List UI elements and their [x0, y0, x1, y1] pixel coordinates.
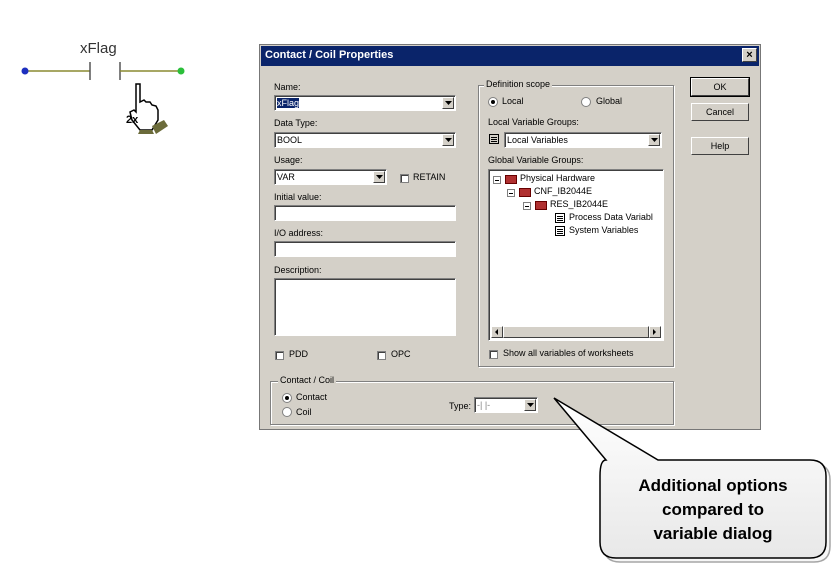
dialog-title: Contact / Coil Properties [265, 49, 394, 61]
chevron-down-icon [445, 101, 452, 105]
callout-line-3: variable dialog [653, 524, 773, 543]
retain-label: RETAIN [413, 172, 446, 182]
folder-icon [535, 201, 547, 210]
variable-group-icon [555, 226, 565, 236]
initial-value-label: Initial value: [274, 192, 322, 202]
data-type-label: Data Type: [274, 118, 318, 128]
local-groups-dropdown-button[interactable] [648, 134, 660, 146]
global-radio-label: Global [596, 96, 623, 106]
chevron-left-icon [495, 329, 498, 335]
contact-coil-properties-dialog: Contact / Coil Properties × Name: xFlag … [259, 44, 761, 430]
close-button[interactable]: × [742, 48, 757, 62]
ladder-contact-graphic[interactable]: xFlag 2x [0, 0, 210, 140]
folder-icon [519, 188, 531, 197]
usage-dropdown-button[interactable] [373, 171, 385, 183]
type-combobox[interactable]: -| |- [474, 397, 538, 413]
retain-checkbox[interactable] [400, 174, 409, 183]
global-groups-tree[interactable]: Physical Hardware CNF_IB2044E RES_IB2044… [488, 169, 664, 341]
variable-group-icon [555, 213, 565, 223]
opc-label: OPC [391, 349, 411, 359]
callout-line-1: Additional options [638, 476, 788, 495]
tree-expander[interactable] [523, 202, 531, 210]
local-radio-label: Local [502, 96, 524, 106]
name-value: xFlag [277, 98, 300, 108]
data-type-value: BOOL [277, 135, 303, 145]
tree-node-process-data[interactable]: Process Data Variabl [569, 212, 653, 222]
chevron-down-icon [527, 403, 534, 407]
variable-group-icon [489, 134, 499, 144]
double-click-badge: 2x [126, 114, 139, 126]
cancel-button[interactable]: Cancel [691, 103, 749, 121]
contact-radio[interactable] [282, 393, 292, 403]
usage-value: VAR [277, 172, 295, 182]
initial-value-input[interactable] [274, 205, 456, 221]
contact-coil-title: Contact / Coil [278, 375, 337, 385]
type-dropdown-button[interactable] [524, 399, 536, 411]
description-label: Description: [274, 265, 322, 275]
chevron-down-icon [445, 138, 452, 142]
chevron-down-icon [376, 175, 383, 179]
name-dropdown-button[interactable] [442, 97, 454, 109]
folder-icon [505, 175, 517, 184]
local-groups-value: Local Variables [507, 135, 568, 145]
scroll-thumb[interactable] [503, 326, 649, 338]
name-label: Name: [274, 82, 301, 92]
scroll-right-button[interactable] [649, 326, 661, 338]
local-radio[interactable] [488, 97, 498, 107]
io-address-label: I/O address: [274, 228, 324, 238]
contact-radio-label: Contact [296, 392, 328, 402]
tree-horizontal-scrollbar[interactable] [491, 326, 661, 338]
tree-node-system-variables[interactable]: System Variables [569, 225, 638, 235]
data-type-dropdown-button[interactable] [442, 134, 454, 146]
show-all-variables-checkbox[interactable] [489, 350, 498, 359]
usage-combobox[interactable]: VAR [274, 169, 387, 185]
hand-cursor-icon [129, 83, 168, 134]
global-radio[interactable] [581, 97, 591, 107]
tree-node-res[interactable]: RES_IB2044E [550, 199, 608, 209]
description-textarea[interactable] [274, 278, 456, 336]
tree-node-cnf[interactable]: CNF_IB2044E [534, 186, 592, 196]
pdd-label: PDD [289, 349, 309, 359]
usage-label: Usage: [274, 155, 303, 165]
chevron-down-icon [651, 138, 658, 142]
coil-radio-label: Coil [296, 407, 312, 417]
tree-node-physical-hardware[interactable]: Physical Hardware [520, 173, 595, 183]
type-value: -| |- [477, 400, 491, 410]
opc-checkbox[interactable] [377, 351, 386, 360]
callout-text: Additional options compared to variable … [600, 474, 826, 546]
chevron-right-icon [653, 329, 656, 335]
coil-radio[interactable] [282, 407, 292, 417]
global-groups-label: Global Variable Groups: [488, 155, 584, 165]
local-groups-label: Local Variable Groups: [488, 117, 579, 127]
data-type-combobox[interactable]: BOOL [274, 132, 456, 148]
help-button[interactable]: Help [691, 137, 749, 155]
tree-expander[interactable] [507, 189, 515, 197]
title-bar[interactable]: Contact / Coil Properties × [261, 46, 759, 66]
scroll-left-button[interactable] [491, 326, 503, 338]
name-combobox[interactable]: xFlag [274, 95, 456, 111]
io-address-input[interactable] [274, 241, 456, 257]
local-groups-combobox[interactable]: Local Variables [504, 132, 662, 148]
close-icon: × [746, 49, 753, 61]
tree-expander[interactable] [493, 176, 501, 184]
ok-button[interactable]: OK [690, 77, 750, 97]
type-label: Type: [449, 401, 472, 411]
pdd-checkbox[interactable] [275, 351, 284, 360]
callout-line-2: compared to [661, 500, 765, 519]
show-all-variables-label: Show all variables of worksheets [503, 348, 634, 358]
definition-scope-title: Definition scope [484, 79, 553, 89]
